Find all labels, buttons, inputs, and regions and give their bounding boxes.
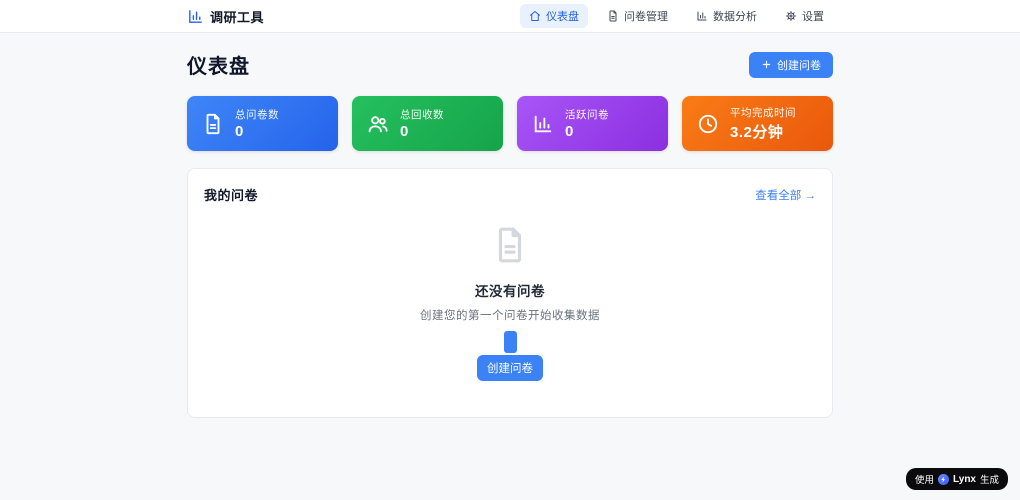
stat-value: 0 (565, 123, 574, 140)
create-survey-empty-button[interactable]: 创建问卷 (477, 355, 543, 381)
create-survey-button[interactable]: 创建问卷 (749, 51, 833, 78)
badge-suffix: 生成 (979, 475, 999, 486)
app-title: 调研工具 (210, 9, 265, 25)
placeholder-glyph (503, 331, 517, 353)
create-survey-label: 创建问卷 (777, 59, 821, 72)
stat-value: 3.2分钟 (730, 124, 784, 141)
nav-label: 仪表盘 (546, 11, 579, 23)
badge-brand: Lynx (953, 473, 976, 485)
page-title: 仪表盘 (187, 56, 250, 78)
nav-item-survey-management[interactable]: 问卷管理 (598, 4, 677, 28)
nav-label: 问卷管理 (624, 11, 668, 23)
main-content: 仪表盘 创建问卷 总问卷数 0 总回收数 0 活跃问卷 0 平均完成时间 3.2… (187, 50, 833, 418)
main-nav: 仪表盘 问卷管理 数据分析 设置 (520, 4, 833, 28)
stat-value: 0 (235, 123, 244, 140)
gear-icon (786, 11, 796, 21)
stat-card-active-surveys: 活跃问卷 0 (517, 96, 668, 151)
nav-item-dashboard[interactable]: 仪表盘 (520, 4, 588, 28)
nav-label: 设置 (802, 11, 824, 23)
view-all-link[interactable]: 查看全部 → (755, 187, 816, 203)
stat-label: 平均完成时间 (730, 107, 796, 119)
document-icon (498, 227, 522, 263)
app-header: 调研工具 仪表盘 问卷管理 数据分析 设置 (0, 0, 1020, 33)
stat-card-avg-completion-time: 平均完成时间 3.2分钟 (682, 96, 833, 151)
stat-cards: 总问卷数 0 总回收数 0 活跃问卷 0 平均完成时间 3.2分钟 (187, 96, 833, 151)
panel-title: 我的问卷 (204, 188, 259, 203)
clock-icon (698, 114, 718, 133)
stat-label: 总问卷数 (235, 109, 279, 121)
lynx-badge[interactable]: 使用 Lynx 生成 (906, 468, 1008, 490)
stat-value: 0 (400, 123, 409, 140)
plus-icon (762, 60, 771, 69)
empty-state-title: 还没有问卷 (475, 284, 545, 299)
empty-state-subtitle: 创建您的第一个问卷开始收集数据 (420, 310, 600, 322)
empty-state: 还没有问卷 创建您的第一个问卷开始收集数据 创建问卷 (204, 226, 816, 381)
home-icon (530, 11, 540, 21)
stat-label: 活跃问卷 (565, 109, 609, 121)
nav-item-settings[interactable]: 设置 (776, 4, 833, 28)
app-logo: 调研工具 (187, 7, 264, 26)
nav-label: 数据分析 (713, 11, 757, 23)
document-icon (609, 10, 617, 22)
badge-prefix: 使用 (915, 475, 935, 486)
lynx-logo-icon (938, 473, 950, 485)
document-icon (206, 113, 220, 134)
nav-item-data-analysis[interactable]: 数据分析 (687, 4, 766, 28)
stat-card-total-surveys: 总问卷数 0 (187, 96, 338, 151)
bar-chart-icon (697, 11, 707, 21)
bar-chart-logo-icon (189, 9, 202, 23)
stat-label: 总回收数 (400, 109, 444, 121)
bar-chart-icon (534, 115, 552, 132)
users-icon (368, 115, 388, 132)
stat-card-total-responses: 总回收数 0 (352, 96, 503, 151)
my-surveys-panel: 我的问卷 查看全部 → 还没有问卷 创建您的第一个问卷开始收集数据 创建问卷 (187, 168, 833, 418)
